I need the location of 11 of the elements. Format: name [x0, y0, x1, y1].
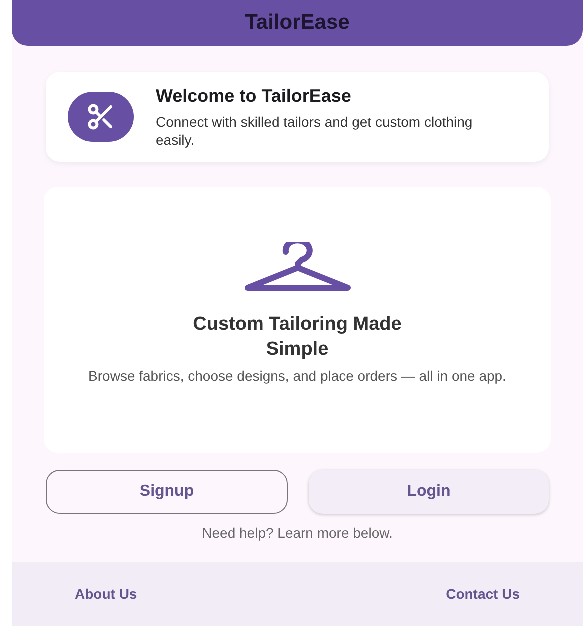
app-title: TailorEase — [245, 10, 350, 36]
hero-text: Browse fabrics, choose designs, and place orders — all in one app. — [88, 368, 508, 385]
signup-button[interactable]: Signup — [46, 470, 288, 514]
login-button[interactable]: Login — [309, 470, 549, 514]
welcome-text: Connect with skilled tailors and get custom clothing easily. — [156, 113, 474, 150]
hero-title: Custom Tailoring Made Simple — [192, 313, 403, 362]
footer-link[interactable]: About Us — [75, 584, 138, 604]
footer-link[interactable]: Contact Us — [446, 584, 520, 604]
scissors-icon — [68, 92, 134, 142]
help-text: Need help? Learn more below. — [201, 524, 394, 543]
welcome-title: Welcome to TailorEase — [156, 84, 352, 108]
